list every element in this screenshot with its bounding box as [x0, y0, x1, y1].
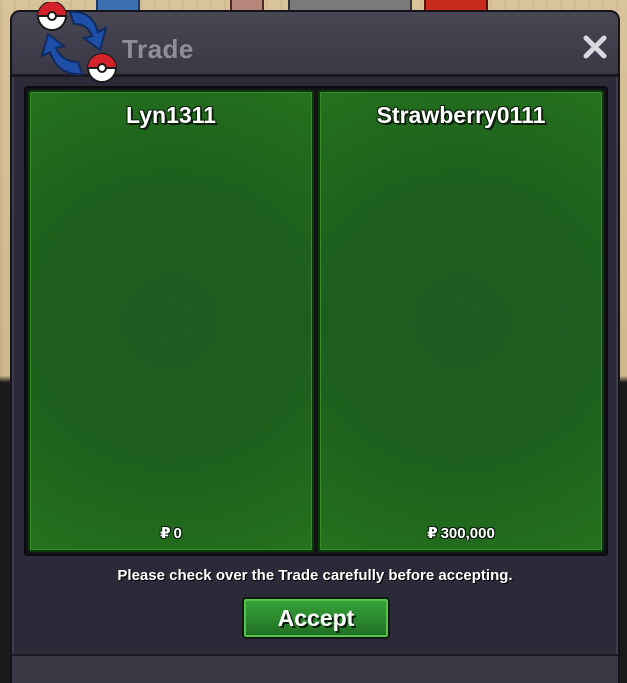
- pokedollar-icon: ₽: [160, 525, 171, 542]
- offer-money-amount: 0: [173, 525, 182, 542]
- offer-money: ₽0: [30, 524, 312, 542]
- offer-money: ₽300,000: [320, 524, 602, 542]
- offer-player-name: Lyn1311: [126, 102, 216, 128]
- window-footer: [12, 654, 618, 683]
- offer-panel-partner[interactable]: Strawberry0111 ₽300,000: [318, 90, 604, 552]
- offer-panel-self[interactable]: Lyn1311 ₽0: [28, 90, 314, 552]
- pokedollar-icon: ₽: [427, 525, 438, 542]
- trade-arrows-icon: [37, 2, 117, 83]
- offers-frame: Lyn1311 ₽0 Strawberry0111 ₽300,000: [24, 86, 608, 556]
- offer-player-name: Strawberry0111: [376, 102, 546, 128]
- offer-money-amount: 300,000: [440, 525, 495, 542]
- close-icon: [583, 35, 607, 59]
- close-button[interactable]: [582, 34, 608, 60]
- trade-notice: Please check over the Trade carefully be…: [117, 567, 513, 584]
- trade-window: Trade Lyn1311 ₽0 Strawberry0111 ₽ 300,00…: [10, 2, 620, 683]
- window-title: Trade: [122, 34, 194, 64]
- accept-button[interactable]: Accept: [242, 597, 390, 639]
